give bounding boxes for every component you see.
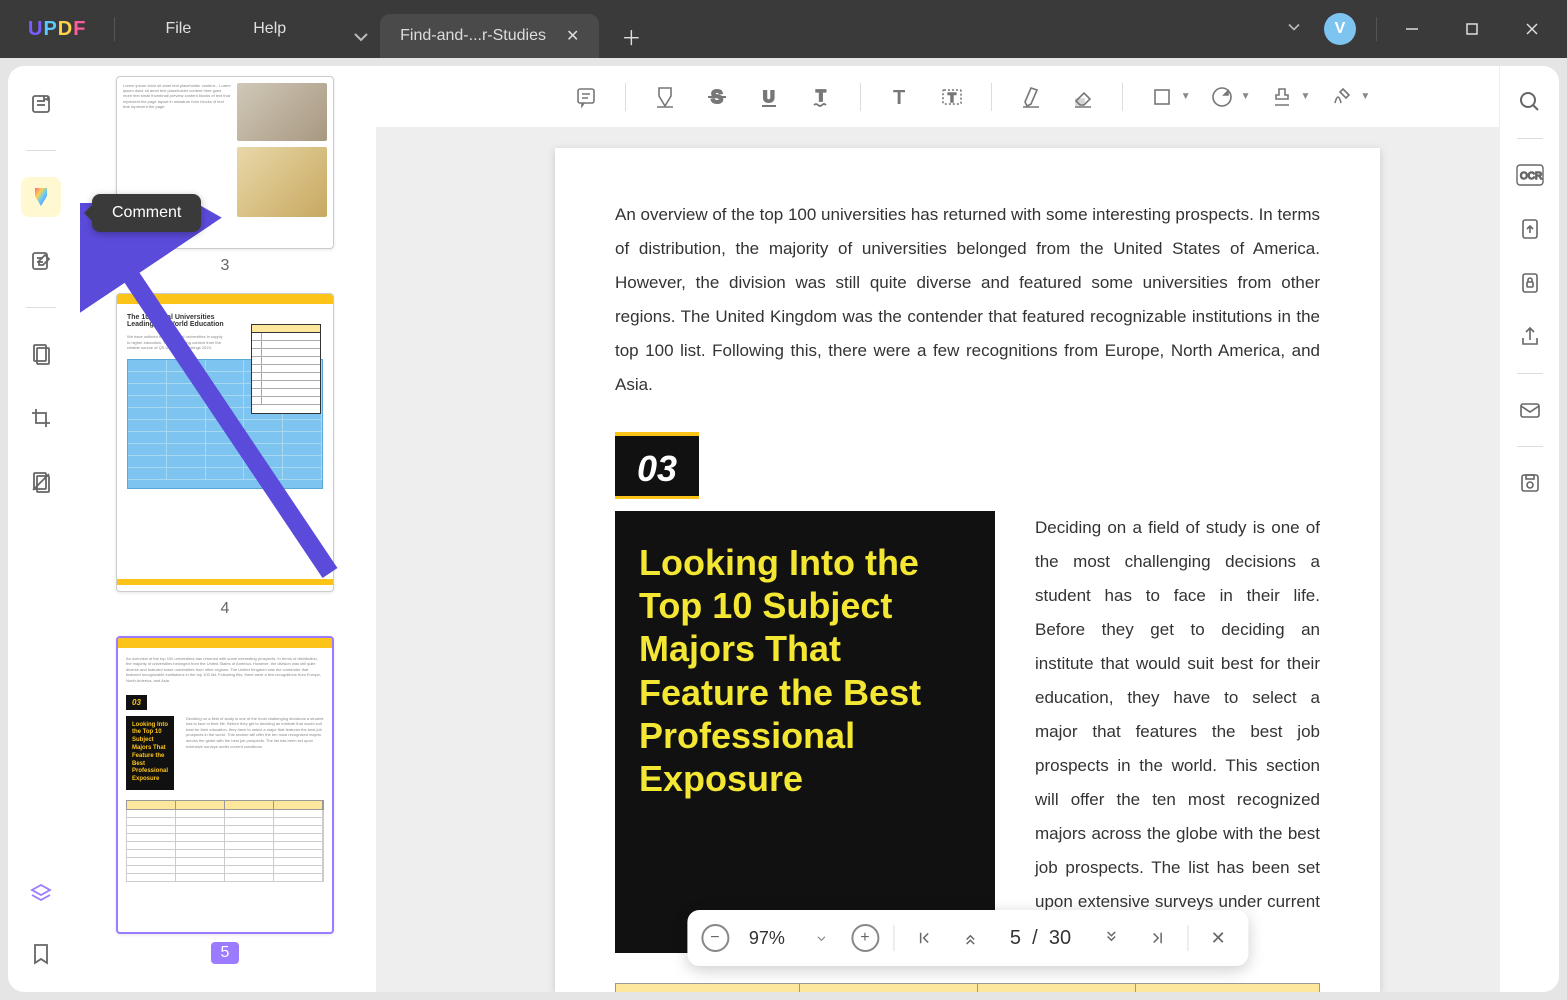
svg-text:U: U <box>763 89 775 106</box>
email-button[interactable] <box>1512 392 1548 428</box>
share-button[interactable] <box>1512 319 1548 355</box>
chevron-down-icon[interactable]: ▼ <box>1301 91 1311 102</box>
ocr-button[interactable]: OCR <box>1512 157 1548 193</box>
eraser-button[interactable] <box>1062 76 1104 118</box>
right-toolbar: OCR <box>1499 66 1559 992</box>
section-intro-paragraph: Deciding on a field of study is one of t… <box>1035 511 1320 953</box>
svg-text:T: T <box>893 87 905 109</box>
page-control-bar: − 97% + 5 / 30 ✕ <box>687 910 1248 966</box>
page-indicator[interactable]: 5 / 30 <box>1000 927 1081 950</box>
separator <box>860 83 861 111</box>
separator <box>1187 925 1188 951</box>
page-thumbnail-4[interactable]: The 10 Global Universities Leading the W… <box>116 293 334 591</box>
tab-title: Find-and-...r-Studies <box>400 27 546 45</box>
zoom-in-button[interactable]: + <box>851 924 879 952</box>
page-thumbnail-5[interactable]: An overview of the top 100 universities … <box>116 636 334 934</box>
squiggly-button[interactable]: T <box>800 76 842 118</box>
annotation-toolbar: S U T T T <box>376 66 1559 128</box>
zoom-level: 97% <box>743 928 791 949</box>
highlight-button[interactable] <box>644 76 686 118</box>
table-header: Major <box>616 984 800 993</box>
menu-file[interactable]: File <box>153 14 203 44</box>
thumb5-block: Looking Into the Top 10 Subject Majors T… <box>126 716 174 790</box>
window-maximize-button[interactable] <box>1447 0 1497 58</box>
redact-button[interactable] <box>21 462 61 502</box>
separator <box>1517 373 1543 374</box>
sticky-note-button[interactable] <box>565 76 607 118</box>
window-more-icon[interactable] <box>1284 17 1304 42</box>
zoom-dropdown[interactable] <box>805 922 837 954</box>
save-button[interactable] <box>1512 465 1548 501</box>
strikethrough-button[interactable]: S <box>696 76 738 118</box>
document-viewport[interactable]: An overview of the top 100 universities … <box>376 128 1559 992</box>
tab-close-button[interactable]: ✕ <box>566 26 579 46</box>
separator <box>893 925 894 951</box>
svg-text:T: T <box>816 88 826 105</box>
chevron-down-icon[interactable]: ▼ <box>1181 91 1191 102</box>
textbox-button[interactable]: T <box>931 76 973 118</box>
new-tab-button[interactable]: ＋ <box>609 14 653 58</box>
separator <box>1517 446 1543 447</box>
separator <box>1517 138 1543 139</box>
document-tab[interactable]: Find-and-...r-Studies ✕ <box>380 14 599 58</box>
comment-tooltip: Comment <box>92 194 201 232</box>
search-button[interactable] <box>1512 84 1548 120</box>
window-minimize-button[interactable] <box>1387 0 1437 58</box>
separator <box>26 150 56 151</box>
sticker-button[interactable] <box>1201 76 1243 118</box>
text-button[interactable]: T <box>879 76 921 118</box>
separator <box>1122 83 1123 111</box>
user-avatar[interactable]: V <box>1324 13 1356 45</box>
window-close-button[interactable] <box>1507 0 1557 58</box>
thumb5-marker: 03 <box>126 695 147 710</box>
prev-page-button[interactable] <box>954 922 986 954</box>
majors-table: Major Mid-Career Salary (Yearly) Median … <box>615 983 1320 992</box>
svg-text:T: T <box>948 90 956 105</box>
table-header: Mid-Career Salary (Yearly) <box>799 984 978 993</box>
separator <box>1376 17 1377 41</box>
app-logo: UPDF <box>0 18 114 41</box>
thumb-number-5: 5 <box>211 942 240 964</box>
pencil-button[interactable] <box>1010 76 1052 118</box>
separator <box>625 83 626 111</box>
zoom-out-button[interactable]: − <box>701 924 729 952</box>
organize-pages-button[interactable] <box>21 334 61 374</box>
convert-button[interactable] <box>1512 211 1548 247</box>
last-page-button[interactable] <box>1141 922 1173 954</box>
layers-button[interactable] <box>21 874 61 914</box>
svg-text:OCR: OCR <box>1520 171 1542 182</box>
separator <box>26 307 56 308</box>
next-page-button[interactable] <box>1095 922 1127 954</box>
chevron-down-icon[interactable]: ▼ <box>1360 91 1370 102</box>
page-content: An overview of the top 100 universities … <box>555 148 1380 992</box>
signature-button[interactable] <box>1320 76 1362 118</box>
table-header: Median Salary (Yearly) <box>978 984 1135 993</box>
bookmark-button[interactable] <box>21 934 61 974</box>
separator <box>991 83 992 111</box>
crop-pages-button[interactable] <box>21 398 61 438</box>
edit-mode-button[interactable] <box>21 241 61 281</box>
chevron-down-icon[interactable]: ▼ <box>1241 91 1251 102</box>
table-header: Future Growth Percentage <box>1135 984 1319 993</box>
reader-mode-button[interactable] <box>21 84 61 124</box>
shape-button[interactable] <box>1141 76 1183 118</box>
tab-list-dropdown[interactable] <box>348 14 374 58</box>
menu-help[interactable]: Help <box>241 14 298 44</box>
section-title-box: Looking Into the Top 10 Subject Majors T… <box>615 511 995 953</box>
thumb4-title: The 10 Global Universities Leading the W… <box>127 314 225 328</box>
underline-button[interactable]: U <box>748 76 790 118</box>
thumb-number-4: 4 <box>221 600 230 618</box>
comment-mode-button[interactable] <box>21 177 61 217</box>
first-page-button[interactable] <box>908 922 940 954</box>
close-bar-button[interactable]: ✕ <box>1202 922 1234 954</box>
protect-button[interactable] <box>1512 265 1548 301</box>
thumb-number-3: 3 <box>221 257 230 275</box>
intro-paragraph: An overview of the top 100 universities … <box>615 198 1320 402</box>
stamp-button[interactable] <box>1261 76 1303 118</box>
section-marker: 03 <box>615 432 699 499</box>
